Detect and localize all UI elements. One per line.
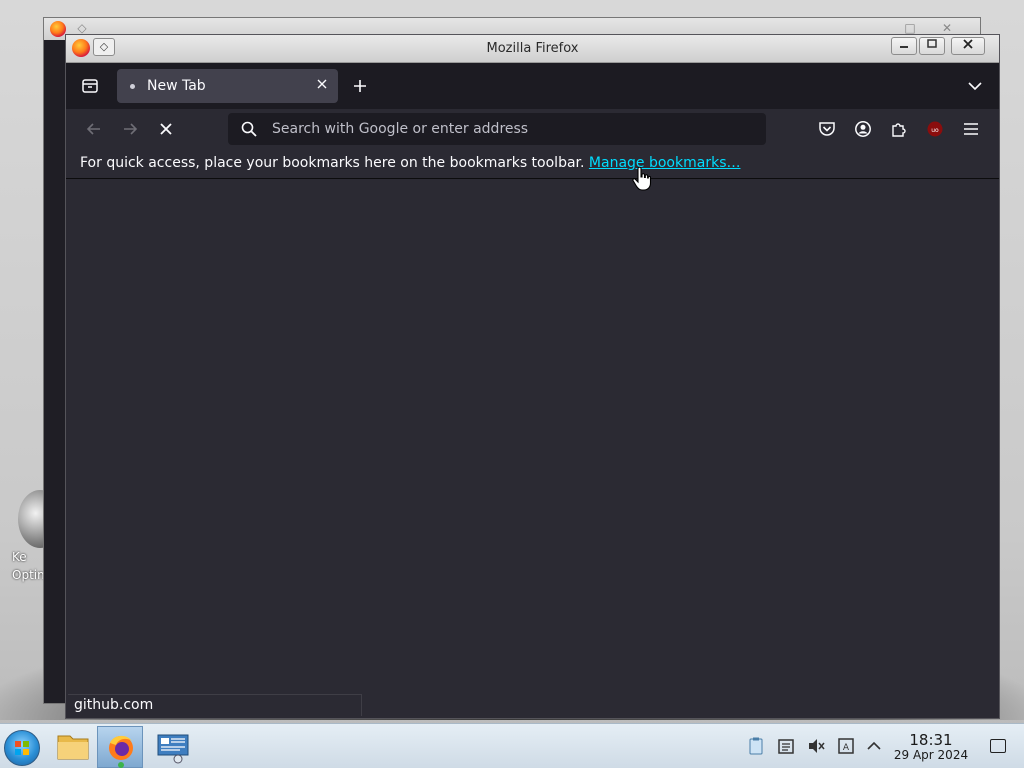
stop-icon — [160, 123, 172, 135]
save-to-pocket-button[interactable] — [813, 115, 841, 143]
chevron-down-icon — [968, 82, 982, 91]
clock-date[interactable]: 29 Apr 2024 — [888, 748, 974, 762]
window-title: Mozilla Firefox — [486, 41, 579, 56]
folder-icon — [57, 735, 89, 760]
ublock-origin-icon: uo — [927, 121, 943, 137]
maximize-button[interactable] — [919, 37, 945, 55]
back-button[interactable] — [80, 115, 108, 143]
search-icon — [241, 121, 257, 137]
clipboard-tray-icon[interactable] — [746, 736, 766, 756]
volume-muted-icon[interactable] — [806, 736, 826, 756]
minimize-button[interactable] — [891, 37, 917, 55]
manage-bookmarks-link[interactable]: Manage bookmarks… — [589, 155, 741, 171]
firefox-window: ◇ Mozilla Firefox New Tab Search with Go… — [65, 34, 1000, 719]
firefox-icon — [109, 735, 133, 768]
open-menu-button[interactable] — [957, 115, 985, 143]
tab-new-tab[interactable]: New Tab — [117, 69, 338, 103]
window-titlebar[interactable]: ◇ Mozilla Firefox — [66, 35, 999, 63]
extensions-button[interactable] — [885, 115, 913, 143]
status-panel: github.com — [68, 694, 362, 716]
keyboard-layout-icon[interactable]: A — [836, 736, 856, 756]
minimize-icon — [900, 46, 908, 48]
page-content[interactable]: github.com — [66, 179, 999, 718]
url-input[interactable] — [272, 113, 752, 145]
close-window-button[interactable] — [951, 37, 985, 55]
account-icon — [855, 121, 871, 137]
taskbar-firefox[interactable] — [97, 726, 143, 768]
pin-icon: ◇ — [77, 21, 87, 35]
arrow-left-icon — [86, 123, 100, 135]
firefox-view-button[interactable] — [76, 72, 104, 100]
firefox-icon — [50, 21, 66, 37]
svg-text:uo: uo — [931, 127, 939, 134]
puzzle-icon — [892, 123, 906, 137]
pocket-icon — [819, 122, 835, 136]
close-icon: ✕ — [941, 21, 953, 35]
ublock-origin-button[interactable]: uo — [921, 115, 949, 143]
navigation-toolbar: uo — [66, 109, 999, 149]
close-icon — [317, 79, 327, 89]
tab-label: New Tab — [147, 78, 206, 94]
show-desktop-button[interactable] — [990, 739, 1006, 753]
maximize-icon — [927, 39, 937, 48]
firefox-view-icon — [82, 79, 98, 93]
minimize-icon: _ — [879, 21, 885, 35]
plus-icon — [354, 80, 366, 92]
close-icon — [963, 39, 973, 49]
notes-tray-icon[interactable] — [776, 736, 796, 756]
svg-text:A: A — [843, 743, 850, 753]
system-monitor-icon — [157, 734, 189, 764]
clock-time[interactable]: 18:31 — [900, 732, 962, 748]
taskbar: A 18:31 29 Apr 2024 — [0, 723, 1024, 768]
list-all-tabs-button[interactable] — [961, 72, 989, 100]
hand-pointer-cursor-icon — [632, 166, 652, 191]
tab-loading-icon — [130, 84, 135, 89]
maximize-icon: □ — [904, 21, 916, 35]
hamburger-menu-icon — [964, 123, 978, 135]
start-menu-button[interactable] — [4, 730, 40, 766]
tab-strip: New Tab — [66, 63, 999, 109]
new-tab-button[interactable] — [346, 72, 374, 100]
tab-close-button[interactable] — [314, 78, 330, 94]
bookmarks-empty-message: For quick access, place your bookmarks h… — [80, 155, 585, 171]
taskbar-file-manager[interactable] — [50, 726, 96, 768]
windows-logo-icon — [15, 741, 29, 755]
arrow-right-icon — [124, 123, 138, 135]
stop-loading-button[interactable] — [152, 115, 180, 143]
account-button[interactable] — [849, 115, 877, 143]
chevron-up-icon[interactable] — [864, 736, 884, 756]
background-window-sidebar — [44, 40, 66, 703]
taskbar-system-settings[interactable] — [150, 726, 196, 768]
address-bar[interactable] — [228, 113, 766, 145]
bookmarks-toolbar: For quick access, place your bookmarks h… — [66, 149, 999, 179]
forward-button[interactable] — [116, 115, 144, 143]
